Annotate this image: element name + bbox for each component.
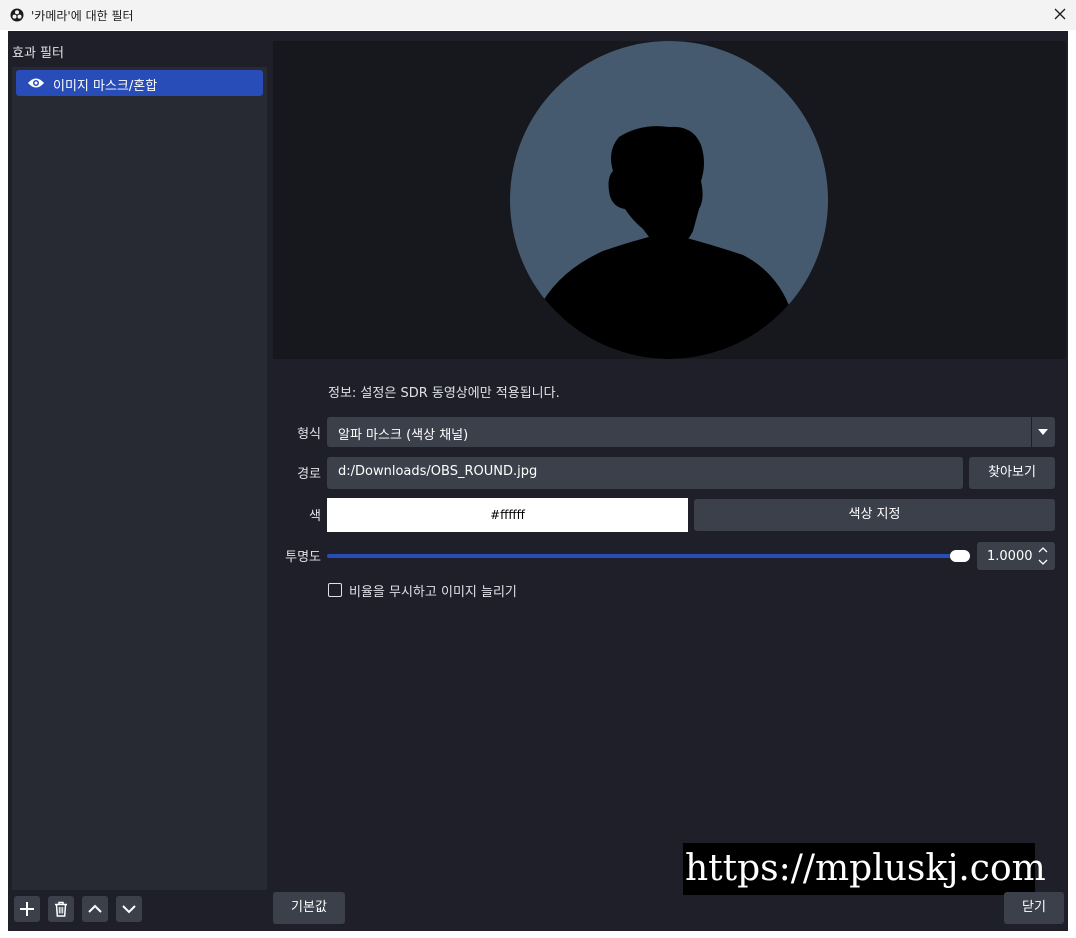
- select-divider: [1031, 417, 1032, 447]
- window-title: '카메라'에 대한 필터: [31, 9, 134, 23]
- add-icon: [20, 902, 34, 916]
- path-input[interactable]: d:/Downloads/OBS_ROUND.jpg: [327, 457, 963, 489]
- move-down-button[interactable]: [116, 896, 142, 922]
- chevron-up-icon: [88, 904, 102, 913]
- type-select[interactable]: 알파 마스크 (색상 채널): [327, 417, 1055, 447]
- path-input-value: d:/Downloads/OBS_ROUND.jpg: [338, 464, 538, 479]
- select-color-button[interactable]: 색상 지정: [694, 499, 1055, 531]
- filter-preview: [273, 41, 1066, 359]
- type-label: 형식: [297, 427, 321, 442]
- color-label: 색: [309, 509, 321, 524]
- opacity-spinbox[interactable]: 1.0000: [977, 542, 1055, 570]
- stretch-checkbox-label[interactable]: 비율을 무시하고 이미지 늘리기: [349, 581, 517, 600]
- chevron-up-icon[interactable]: [1037, 546, 1049, 554]
- browse-button[interactable]: 찾아보기: [969, 457, 1055, 489]
- chevron-down-icon[interactable]: [1037, 558, 1049, 566]
- opacity-label: 투명도: [285, 550, 321, 565]
- move-up-button[interactable]: [82, 896, 108, 922]
- stretch-checkbox[interactable]: [328, 583, 342, 597]
- filter-list: 이미지 마스크/혼합: [12, 67, 267, 890]
- remove-filter-button[interactable]: [48, 896, 74, 922]
- filter-item-image-mask[interactable]: 이미지 마스크/혼합: [16, 70, 263, 96]
- opacity-slider-handle[interactable]: [950, 550, 970, 562]
- path-label: 경로: [297, 467, 321, 482]
- trash-icon: [55, 901, 67, 917]
- effect-filters-label: 효과 필터: [12, 46, 64, 61]
- color-swatch[interactable]: #ffffff: [327, 498, 688, 532]
- info-message: 정보: 설정은 SDR 동영상에만 적용됩니다.: [328, 386, 560, 401]
- close-icon[interactable]: [1050, 4, 1070, 24]
- defaults-button[interactable]: 기본값: [273, 892, 345, 924]
- filters-dialog: 효과 필터 이미지 마스크/혼합 정보: 설정은 SDR 동영상에만 적용됩니다…: [8, 31, 1068, 931]
- add-filter-button[interactable]: [14, 896, 40, 922]
- watermark-text: https://mpluskj.com: [683, 843, 1046, 895]
- title-bar: '카메라'에 대한 필터: [0, 0, 1076, 30]
- eye-icon[interactable]: [27, 77, 45, 89]
- opacity-value: 1.0000: [987, 549, 1033, 564]
- obs-icon: [10, 8, 24, 22]
- opacity-slider-track[interactable]: [327, 554, 969, 558]
- chevron-down-icon[interactable]: [1038, 429, 1048, 435]
- type-select-value: 알파 마스크 (색상 채널): [338, 428, 469, 443]
- chevron-down-icon: [122, 905, 136, 914]
- filter-item-label: 이미지 마스크/혼합: [53, 79, 158, 94]
- close-button[interactable]: 닫기: [1004, 892, 1064, 924]
- preview-image: [510, 41, 828, 359]
